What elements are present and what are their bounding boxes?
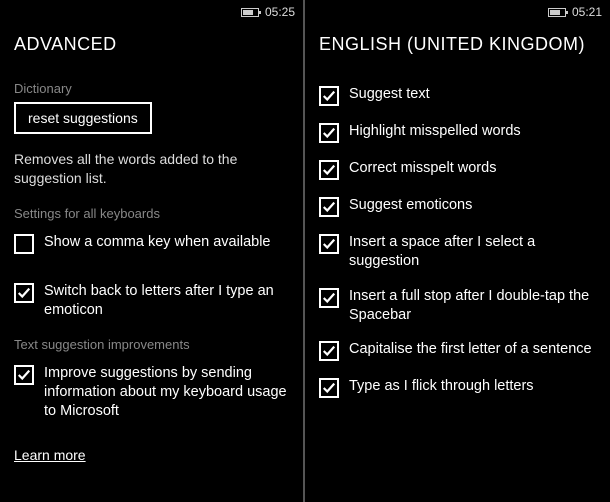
option-row: Suggest text: [319, 85, 596, 106]
option-checkbox[interactable]: [319, 234, 339, 254]
check-icon: [322, 381, 336, 395]
option-label: Highlight misspelled words: [349, 122, 521, 141]
option-label: Insert a full stop after I double-tap th…: [349, 287, 596, 325]
dictionary-section-label: Dictionary: [14, 81, 289, 96]
battery-icon: [241, 8, 259, 17]
improve-suggestions-row: Improve suggestions by sending informati…: [14, 364, 289, 421]
check-icon: [322, 89, 336, 103]
check-icon: [17, 368, 31, 382]
advanced-settings-screen: 05:25 ADVANCED Dictionary reset suggesti…: [0, 0, 303, 502]
check-icon: [322, 291, 336, 305]
option-label: Type as I flick through letters: [349, 377, 534, 396]
option-row: Capitalise the first letter of a sentenc…: [319, 340, 596, 361]
option-row: Insert a full stop after I double-tap th…: [319, 287, 596, 325]
page-title: ADVANCED: [0, 22, 303, 63]
learn-more-link[interactable]: Learn more: [14, 447, 86, 463]
comma-key-label: Show a comma key when available: [44, 233, 270, 252]
option-checkbox[interactable]: [319, 160, 339, 180]
switch-back-label: Switch back to letters after I type an e…: [44, 282, 289, 320]
improve-suggestions-checkbox[interactable]: [14, 365, 34, 385]
check-icon: [322, 200, 336, 214]
status-bar: 05:25: [0, 0, 303, 22]
option-checkbox[interactable]: [319, 123, 339, 143]
reset-suggestions-button[interactable]: reset suggestions: [14, 102, 152, 134]
option-label: Suggest text: [349, 85, 430, 104]
option-label: Suggest emoticons: [349, 196, 472, 215]
option-checkbox[interactable]: [319, 197, 339, 217]
comma-key-checkbox[interactable]: [14, 234, 34, 254]
improvements-section-label: Text suggestion improvements: [14, 337, 289, 352]
option-row: Type as I flick through letters: [319, 377, 596, 398]
check-icon: [322, 344, 336, 358]
page-title: ENGLISH (UNITED KINGDOM): [305, 22, 610, 63]
check-icon: [322, 126, 336, 140]
option-checkbox[interactable]: [319, 86, 339, 106]
option-label: Capitalise the first letter of a sentenc…: [349, 340, 592, 359]
option-row: Highlight misspelled words: [319, 122, 596, 143]
comma-key-row: Show a comma key when available: [14, 233, 289, 254]
switch-back-row: Switch back to letters after I type an e…: [14, 282, 289, 320]
language-settings-screen: 05:21 ENGLISH (UNITED KINGDOM) Suggest t…: [305, 0, 610, 502]
option-row: Suggest emoticons: [319, 196, 596, 217]
option-row: Correct misspelt words: [319, 159, 596, 180]
option-label: Correct misspelt words: [349, 159, 496, 178]
option-checkbox[interactable]: [319, 341, 339, 361]
reset-description: Removes all the words added to the sugge…: [14, 150, 274, 188]
switch-back-checkbox[interactable]: [14, 283, 34, 303]
check-icon: [322, 163, 336, 177]
option-row: Insert a space after I select a suggesti…: [319, 233, 596, 271]
check-icon: [322, 237, 336, 251]
check-icon: [17, 286, 31, 300]
option-label: Insert a space after I select a suggesti…: [349, 233, 596, 271]
status-time: 05:21: [572, 5, 602, 19]
status-time: 05:25: [265, 5, 295, 19]
battery-icon: [548, 8, 566, 17]
all-keyboards-section-label: Settings for all keyboards: [14, 206, 289, 221]
improve-suggestions-label: Improve suggestions by sending informati…: [44, 364, 289, 421]
option-checkbox[interactable]: [319, 378, 339, 398]
status-bar: 05:21: [305, 0, 610, 22]
option-checkbox[interactable]: [319, 288, 339, 308]
